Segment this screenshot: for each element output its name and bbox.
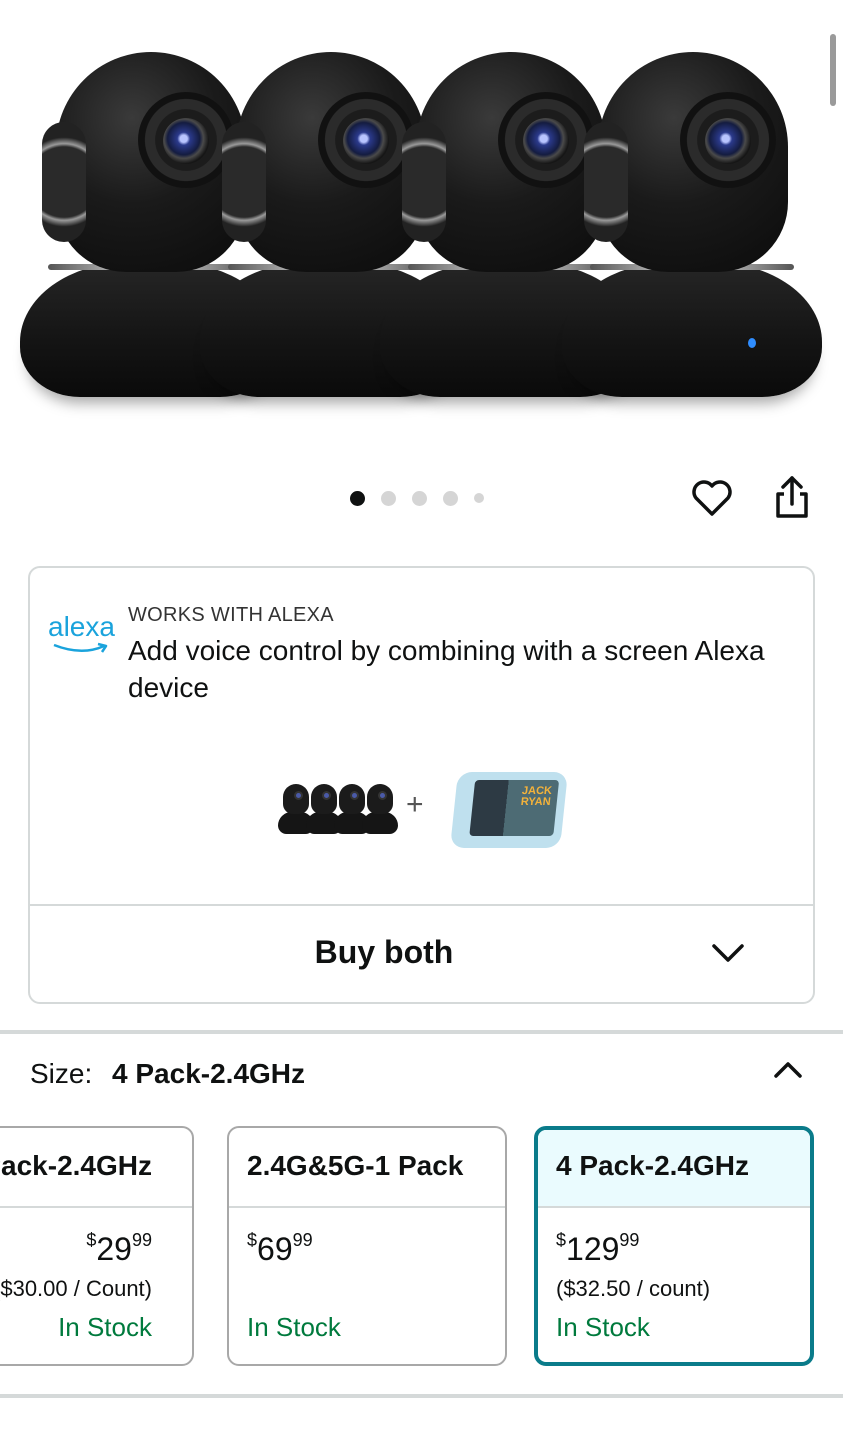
alexa-logo: alexa bbox=[48, 611, 115, 656]
size-option-price: $12999 bbox=[556, 1230, 640, 1267]
size-option-title: 1 Pack-2.4GHz bbox=[0, 1150, 152, 1181]
camera-image bbox=[562, 52, 822, 402]
product-image[interactable] bbox=[0, 0, 843, 460]
bundle-images[interactable]: + JACK RYAN bbox=[278, 768, 578, 848]
echo-show-image: JACK RYAN bbox=[450, 772, 568, 848]
carousel-dot[interactable] bbox=[474, 493, 484, 503]
works-with-alexa-label: WORKS WITH ALEXA bbox=[128, 604, 334, 626]
echo-screen-text: JACK RYAN bbox=[520, 785, 553, 808]
heart-icon[interactable] bbox=[690, 476, 734, 520]
size-option-stock: In Stock bbox=[58, 1312, 152, 1342]
section-divider bbox=[0, 1030, 843, 1034]
size-option-price: $2999 bbox=[86, 1230, 152, 1267]
scrollbar-thumb[interactable] bbox=[830, 34, 836, 106]
size-option-title: 2.4G&5G-1 Pack bbox=[247, 1150, 464, 1181]
size-option[interactable]: 2.4G&5G-1 Pack $6999 In Stock bbox=[227, 1126, 507, 1366]
size-selector-header[interactable]: Size: 4 Pack-2.4GHz bbox=[30, 1058, 305, 1090]
size-option-unit-price: ($30.00 / Count) bbox=[0, 1276, 152, 1301]
chevron-down-icon[interactable] bbox=[710, 938, 746, 968]
alexa-logo-text: alexa bbox=[48, 611, 115, 642]
share-icon[interactable] bbox=[770, 474, 814, 522]
section-divider bbox=[0, 1394, 843, 1398]
size-option[interactable]: 1 Pack-2.4GHz $2999 ($30.00 / Count) In … bbox=[0, 1126, 194, 1366]
size-selected-value: 4 Pack-2.4GHz bbox=[112, 1058, 306, 1089]
plus-sign: + bbox=[406, 788, 424, 821]
carousel-dot[interactable] bbox=[350, 490, 365, 506]
alexa-card: alexa WORKS WITH ALEXA Add voice control… bbox=[28, 566, 815, 1004]
size-option-selected[interactable]: 4 Pack-2.4GHz $12999 ($32.50 / count) In… bbox=[534, 1126, 814, 1366]
size-option-stock: In Stock bbox=[556, 1312, 650, 1342]
size-option-price: $6999 bbox=[247, 1230, 313, 1267]
buy-both-button[interactable]: Buy both bbox=[30, 906, 813, 1002]
size-option-unit-price: ($32.50 / count) bbox=[556, 1276, 711, 1301]
size-option-stock: In Stock bbox=[247, 1312, 341, 1342]
carousel-dot[interactable] bbox=[443, 490, 458, 506]
chevron-up-icon[interactable] bbox=[770, 1056, 806, 1084]
alexa-description: Add voice control by combining with a sc… bbox=[128, 635, 765, 703]
buy-both-label: Buy both bbox=[314, 934, 454, 970]
size-options: 1 Pack-2.4GHz $2999 ($30.00 / Count) In … bbox=[0, 1126, 843, 1371]
carousel-dot[interactable] bbox=[381, 490, 396, 506]
size-option-title: 4 Pack-2.4GHz bbox=[556, 1150, 749, 1181]
carousel-dot[interactable] bbox=[412, 490, 427, 506]
size-label: Size: bbox=[30, 1058, 93, 1089]
image-carousel-dots[interactable] bbox=[350, 490, 484, 506]
